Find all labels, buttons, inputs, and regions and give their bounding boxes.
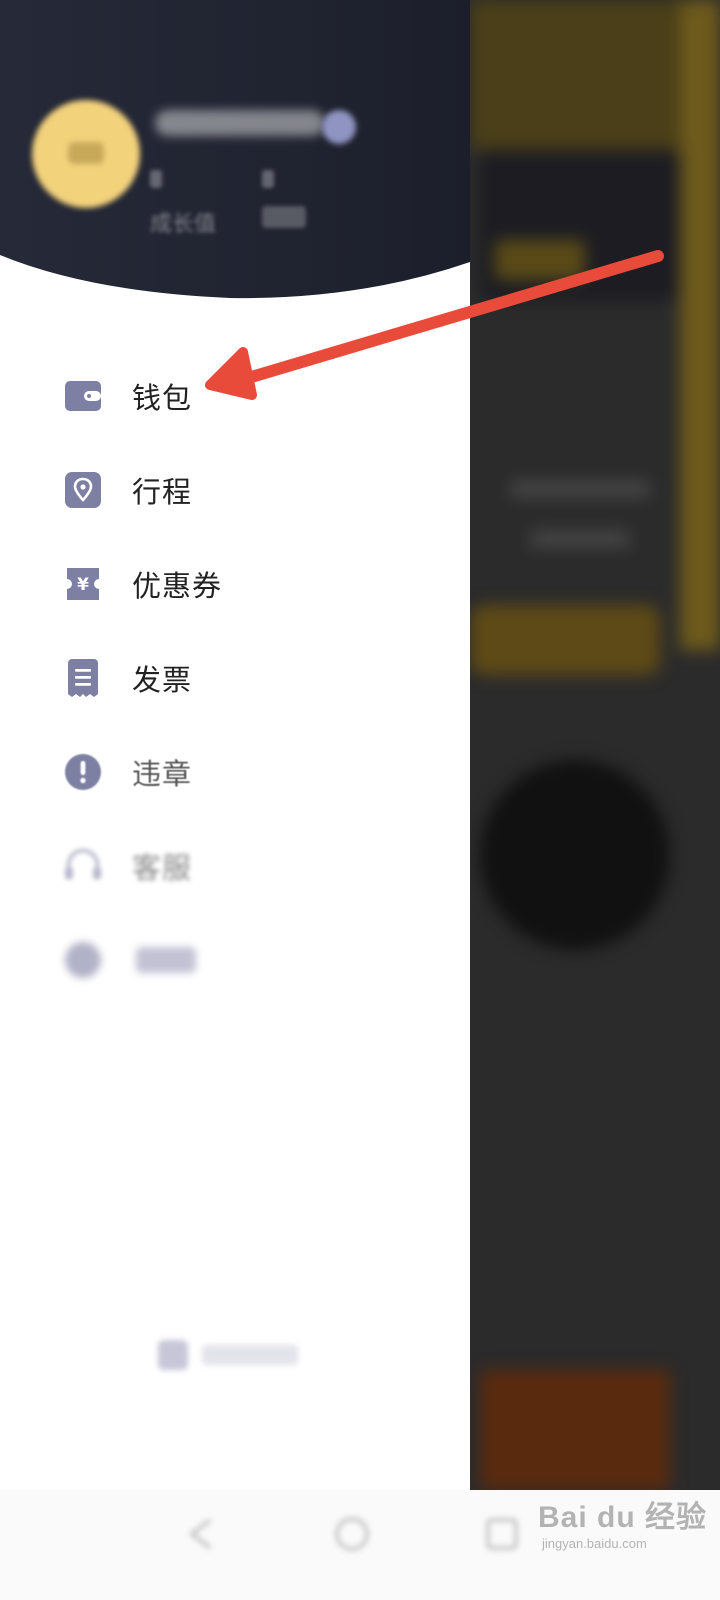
avatar[interactable] <box>32 100 140 208</box>
baidu-watermark: Bai du 经验 jingyan.baidu.com <box>538 1492 707 1551</box>
back-icon[interactable] <box>180 1512 224 1556</box>
background-image <box>480 760 670 950</box>
headset-icon <box>64 847 102 885</box>
wallet-icon <box>64 377 102 415</box>
menu-item-label: 行程 <box>132 475 193 509</box>
background-text <box>530 530 630 548</box>
watermark-sub: jingyan.baidu.com <box>542 1536 647 1551</box>
menu-item-coupons[interactable]: ¥ 优惠券 <box>64 554 444 614</box>
menu-item-violation[interactable]: 违章 <box>64 742 444 802</box>
menu-item-settings[interactable] <box>64 930 444 990</box>
receipt-icon <box>64 659 102 697</box>
points-label <box>262 206 306 228</box>
growth-value <box>150 170 162 188</box>
background-button <box>470 605 660 675</box>
location-pin-icon <box>64 471 102 509</box>
exclamation-circle-icon <box>64 753 102 791</box>
settings-label <box>136 947 196 973</box>
menu-item-service[interactable]: 客服 <box>64 836 444 896</box>
background-tag <box>495 240 585 280</box>
svg-text:¥: ¥ <box>77 575 89 595</box>
side-drawer: 成长值 钱包 行程 ¥ 优惠券 发票 违章 客服 <box>0 0 470 1600</box>
menu-item-label: 违章 <box>132 757 193 791</box>
menu-item-label: 发票 <box>132 663 193 697</box>
about-link[interactable] <box>158 1340 298 1370</box>
menu-item-label: 客服 <box>132 851 193 885</box>
recents-icon[interactable] <box>480 1512 524 1556</box>
coupon-ticket-icon: ¥ <box>64 565 102 603</box>
settings-icon <box>64 941 102 979</box>
menu-item-invoice[interactable]: 发票 <box>64 648 444 708</box>
background-text <box>510 480 650 498</box>
growth-label: 成长值 <box>150 212 217 237</box>
home-icon[interactable] <box>330 1512 374 1556</box>
menu-item-label: 钱包 <box>132 381 193 415</box>
background-strip <box>680 0 720 650</box>
menu-item-label: 优惠券 <box>132 569 223 603</box>
points-value <box>262 170 274 188</box>
watermark-main: Bai du 经验 <box>538 1501 708 1534</box>
info-icon <box>158 1340 188 1370</box>
username[interactable] <box>155 110 325 136</box>
member-badge-icon <box>322 110 356 144</box>
menu-item-wallet[interactable]: 钱包 <box>64 366 444 426</box>
points-stat[interactable] <box>262 170 306 228</box>
growth-stat[interactable]: 成长值 <box>150 170 216 238</box>
drawer-header: 成长值 <box>0 0 470 300</box>
about-label <box>202 1345 298 1365</box>
background-banner <box>480 1370 670 1490</box>
menu-item-trips[interactable]: 行程 <box>64 460 444 520</box>
